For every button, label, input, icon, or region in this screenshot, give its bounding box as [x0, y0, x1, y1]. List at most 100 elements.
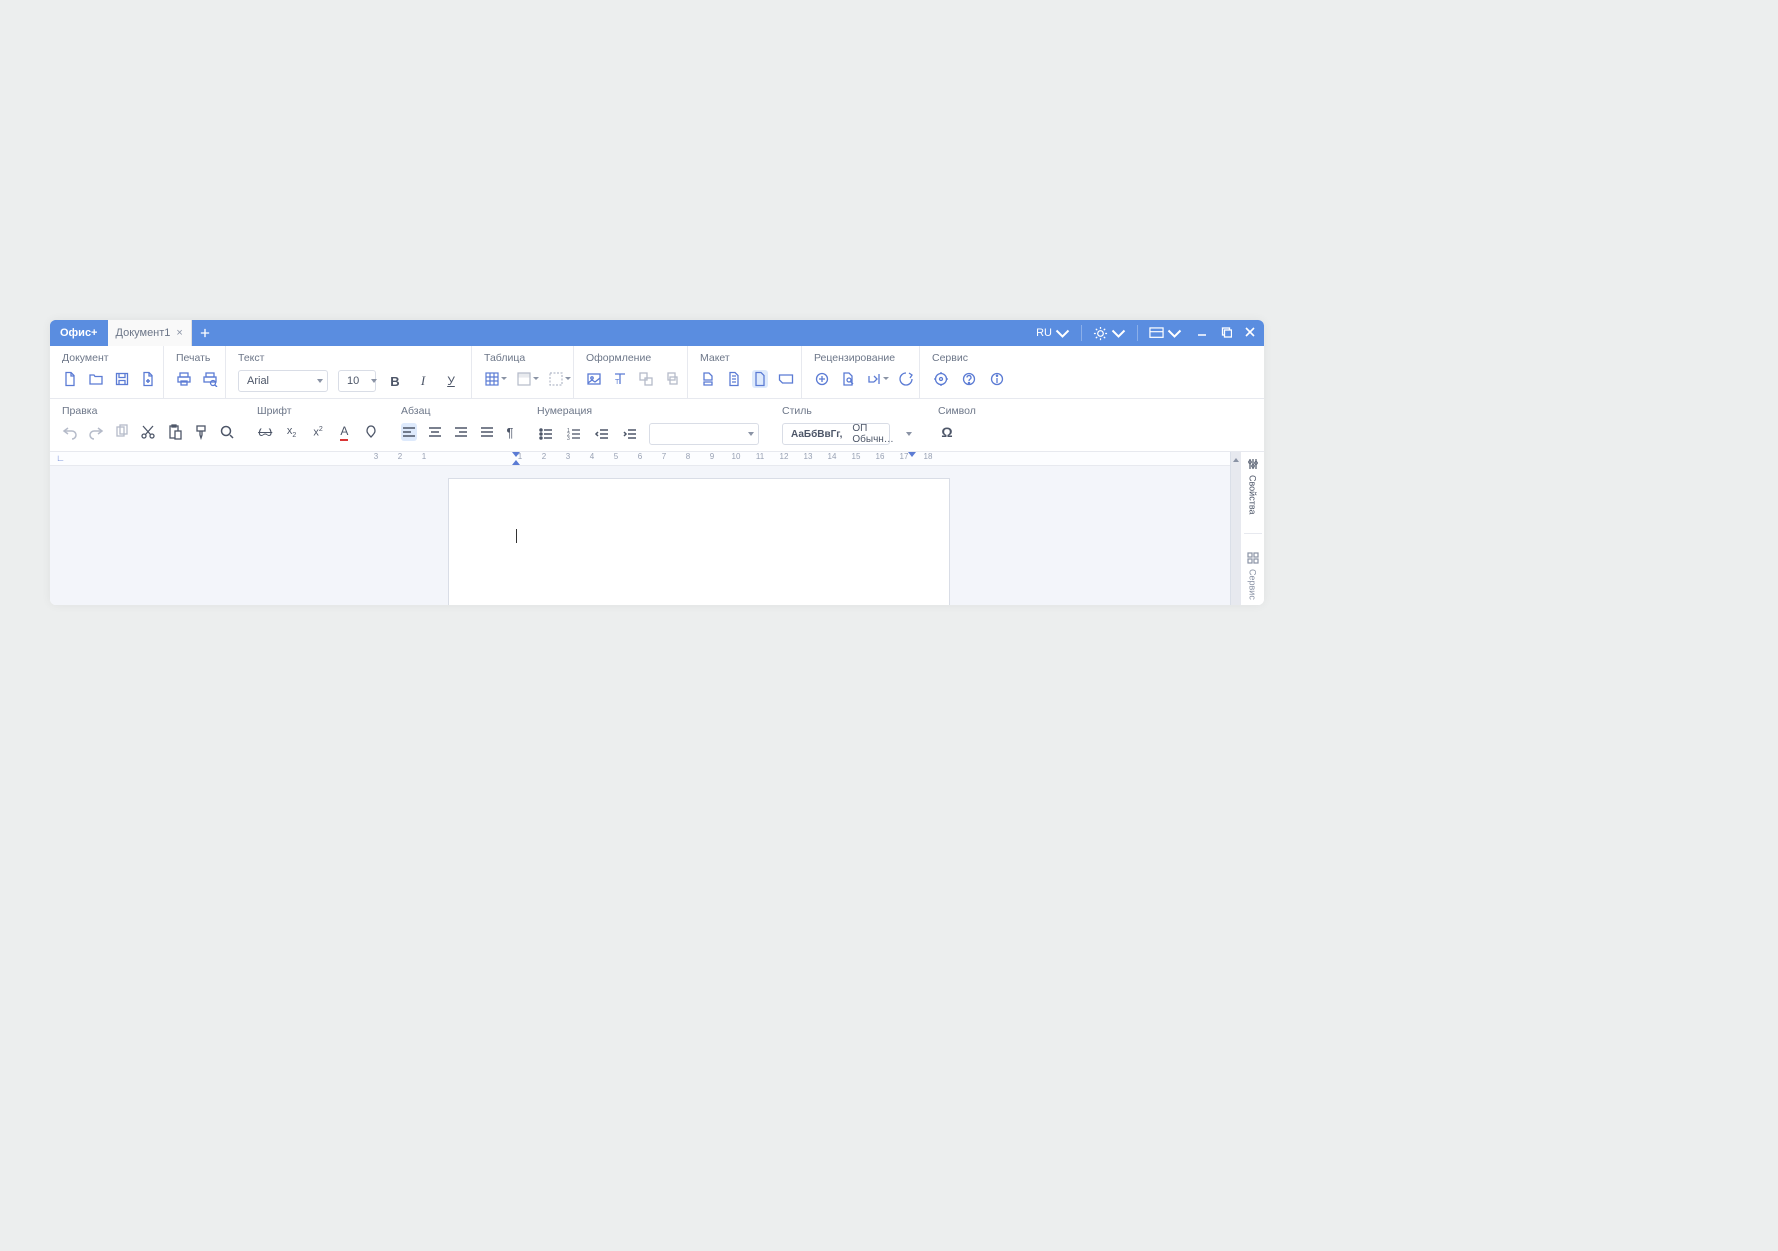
paragraph-style-dropdown[interactable]: АаБбВвГг, ОП Обычн… — [782, 423, 890, 445]
save-document-icon[interactable] — [114, 370, 130, 388]
undo-icon[interactable] — [62, 423, 78, 441]
text-box-icon[interactable]: T — [612, 370, 628, 388]
ruler-tick: 11 — [756, 452, 764, 461]
close-tab-icon[interactable]: × — [176, 327, 182, 339]
print-preview-icon[interactable] — [202, 370, 218, 388]
bullet-list-icon[interactable] — [537, 425, 555, 443]
style-preview: АаБбВвГг, — [791, 429, 842, 440]
language-switcher[interactable]: RU — [1036, 326, 1070, 341]
underline-button[interactable]: У — [442, 372, 460, 390]
ruler-indent-bottom[interactable] — [512, 460, 520, 465]
decrease-indent-icon[interactable] — [593, 425, 611, 443]
settings-icon[interactable] — [932, 370, 950, 388]
redo-icon[interactable] — [88, 423, 104, 441]
style-name: ОП Обычн… — [852, 423, 893, 445]
copy-icon[interactable] — [114, 423, 130, 441]
document-tab[interactable]: Документ1 × — [108, 320, 192, 346]
table-select-icon[interactable] — [548, 370, 564, 388]
sidebar-tab-properties[interactable]: Свойства — [1247, 458, 1259, 515]
new-document-icon[interactable] — [62, 370, 78, 388]
subscript-icon[interactable]: x2 — [283, 423, 299, 441]
shapes-icon[interactable] — [638, 370, 654, 388]
document-tab-label: Документ1 — [116, 327, 171, 339]
font-family-dropdown[interactable]: Arial — [238, 370, 328, 392]
info-icon[interactable] — [988, 370, 1006, 388]
brightness-button[interactable] — [1093, 326, 1126, 341]
chevron-down-icon — [906, 432, 912, 439]
search-icon[interactable] — [219, 423, 235, 441]
save-as-document-icon[interactable] — [140, 370, 156, 388]
page-orientation-landscape-icon[interactable] — [778, 370, 794, 388]
title-divider — [1137, 325, 1138, 341]
ruler-tick: 14 — [828, 452, 837, 461]
block-label: Документ — [62, 352, 153, 364]
block-numbering: Нумерация 123 — [525, 399, 770, 451]
insert-table-icon[interactable] — [484, 370, 500, 388]
block-label: Печать — [176, 352, 215, 364]
print-icon[interactable] — [176, 370, 192, 388]
vertical-scrollbar[interactable] — [1230, 452, 1240, 605]
home-tab[interactable]: Офис+ — [50, 320, 108, 346]
document-area: ∟ 321123456789101112131415161718 Свойств… — [50, 452, 1264, 605]
side-rail: Свойства Сервис — [1240, 452, 1264, 605]
ruler-indent-top[interactable] — [512, 452, 520, 457]
new-tab-button[interactable] — [192, 320, 218, 346]
block-label: Символ — [938, 405, 1254, 417]
format-painter-icon[interactable] — [193, 423, 209, 441]
block-label: Нумерация — [537, 405, 760, 417]
horizontal-ruler[interactable]: ∟ 321123456789101112131415161718 — [50, 452, 1264, 466]
insert-image-icon[interactable] — [586, 370, 602, 388]
strikethrough-icon[interactable]: Ꙍ — [257, 423, 273, 441]
chevron-down-icon — [883, 377, 889, 383]
svg-text:T: T — [615, 379, 620, 386]
numbered-list-icon[interactable]: 123 — [565, 425, 583, 443]
align-center-icon[interactable] — [427, 423, 443, 441]
page-orientation-portrait-icon[interactable] — [752, 370, 768, 388]
sun-icon — [1093, 326, 1108, 341]
align-right-icon[interactable] — [453, 423, 469, 441]
highlight-color-icon[interactable] — [363, 423, 379, 441]
layout-icon — [1149, 326, 1164, 341]
insert-symbol-icon[interactable]: Ω — [938, 423, 956, 441]
layout-view-button[interactable] — [1149, 326, 1182, 341]
superscript-icon[interactable]: x2 — [310, 423, 326, 441]
page-margins-icon[interactable] — [726, 370, 742, 388]
accept-changes-icon[interactable] — [866, 370, 882, 388]
font-family-value: Arial — [247, 375, 269, 387]
block-style: Стиль АаБбВвГг, ОП Обычн… — [770, 399, 926, 451]
add-comment-icon[interactable] — [814, 370, 830, 388]
ruler-margin-marker[interactable] — [908, 452, 916, 457]
home-tab-label: Офис+ — [60, 327, 98, 339]
bold-button[interactable]: B — [386, 372, 404, 390]
block-label: Сервис — [932, 352, 1254, 364]
minimize-button[interactable] — [1196, 326, 1208, 341]
paste-icon[interactable] — [167, 423, 183, 441]
align-justify-icon[interactable] — [479, 423, 495, 441]
font-color-icon[interactable]: A — [336, 423, 352, 441]
align-left-icon[interactable] — [401, 423, 417, 441]
font-size-dropdown[interactable]: 10 — [338, 370, 376, 392]
cut-icon[interactable] — [140, 423, 156, 441]
maximize-button[interactable] — [1220, 326, 1232, 341]
block-label: Оформление — [586, 352, 677, 364]
close-button[interactable] — [1244, 326, 1256, 341]
help-icon[interactable] — [960, 370, 978, 388]
block-label: Абзац — [401, 405, 515, 417]
page-break-icon[interactable] — [700, 370, 716, 388]
increase-indent-icon[interactable] — [621, 425, 639, 443]
app-window: Офис+ Документ1 × RU — [50, 320, 1264, 605]
ruler-tick: 2 — [542, 452, 546, 461]
document-page[interactable] — [448, 478, 950, 605]
reject-changes-icon[interactable] — [898, 370, 914, 388]
open-document-icon[interactable] — [88, 370, 104, 388]
paragraph-marks-icon[interactable]: ¶ — [505, 423, 515, 441]
track-changes-icon[interactable] — [840, 370, 856, 388]
list-style-dropdown[interactable] — [649, 423, 759, 445]
sidebar-tab-service[interactable]: Сервис — [1247, 552, 1259, 600]
table-style-icon[interactable] — [516, 370, 532, 388]
ruler-tick: 5 — [614, 452, 618, 461]
italic-button[interactable]: I — [414, 372, 432, 390]
copy-format-icon[interactable] — [664, 370, 680, 388]
block-label: Правка — [62, 405, 235, 417]
ruler-tick: 4 — [590, 452, 594, 461]
